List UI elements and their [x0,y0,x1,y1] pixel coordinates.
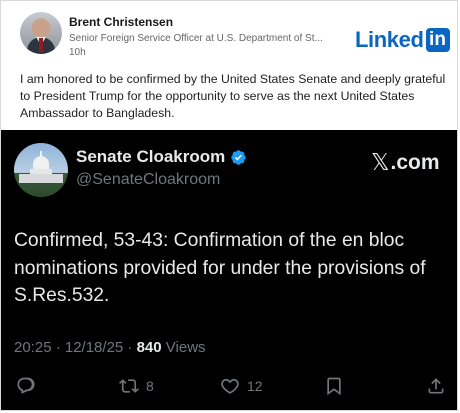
post-time: 10h [69,47,86,58]
tweet-display-name[interactable]: Senate Cloakroom [76,147,247,167]
retweet-count: 8 [146,378,154,394]
tweet-actions: 8 12 [1,373,457,399]
retweet-button[interactable]: 8 [119,373,154,399]
x-logo[interactable]: 𝕏 .com [371,149,440,176]
post-body: I am honored to be confirmed by the Unit… [20,72,446,120]
screenshot-frame: Brent Christensen Senior Foreign Service… [0,0,458,411]
x-logo-suffix: .com [390,150,440,174]
like-count: 12 [247,378,263,394]
author-headline: Senior Foreign Service Officer at U.S. D… [69,33,323,44]
retweet-icon [119,379,139,393]
reply-icon [17,377,35,394]
tweet-timestamp[interactable]: 20:25 · 12/18/25 · [14,339,137,356]
like-button[interactable]: 12 [220,373,263,399]
bookmark-button[interactable] [324,373,344,399]
verified-badge-icon [231,149,247,165]
tweet-avatar[interactable] [14,143,68,197]
views-label: Views [161,339,206,356]
linkedin-post: Brent Christensen Senior Foreign Service… [1,1,457,130]
x-icon: 𝕏 [371,149,390,175]
linkedin-logo: Linked in [355,27,450,53]
heart-icon [221,378,239,394]
share-icon [428,378,444,394]
share-button[interactable] [426,373,446,399]
author-avatar[interactable] [20,12,62,54]
embedded-tweet: Senate Cloakroom @SenateCloakroom 𝕏 .com… [1,130,457,410]
author-name[interactable]: Brent Christensen [69,15,173,29]
bookmark-icon [327,377,341,396]
views-count: 840 [136,339,162,356]
linkedin-logo-word: Linked [355,27,424,52]
reply-button[interactable] [16,373,36,399]
tweet-handle[interactable]: @SenateCloakroom [76,171,220,189]
tweet-text: Confirmed, 53-43: Confirmation of the en… [14,230,426,306]
linkedin-logo-box: in [425,28,450,52]
tweet-meta: 20:25 · 12/18/25 · 840 Views [14,339,206,356]
display-name-text: Senate Cloakroom [76,147,226,166]
